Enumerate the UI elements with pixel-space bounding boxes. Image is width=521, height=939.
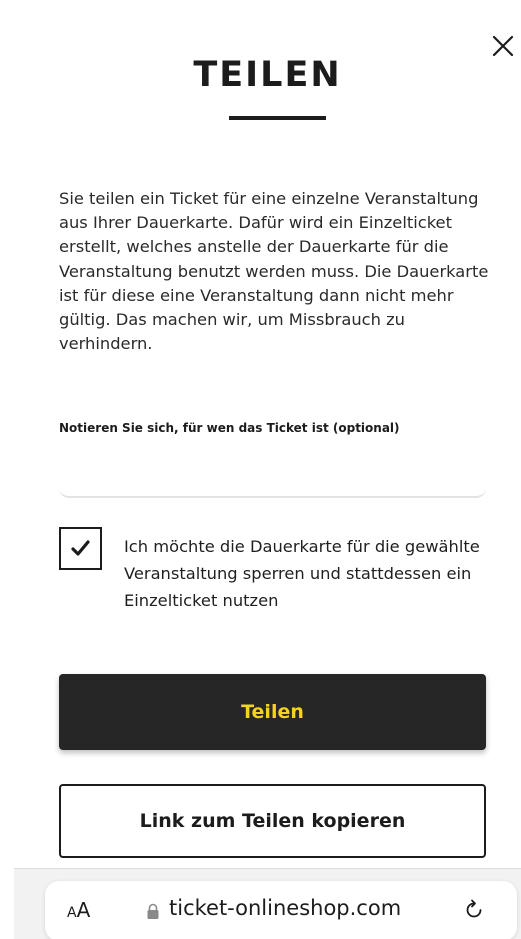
share-modal: TEILEN Sie teilen ein Ticket für eine ei… <box>14 10 521 868</box>
browser-address-bar: AA ticket-onlineshop.com <box>14 868 521 939</box>
title-underline <box>229 116 326 120</box>
note-label: Notieren Sie sich, für wen das Ticket is… <box>59 421 400 435</box>
copy-link-button[interactable]: Link zum Teilen kopieren <box>59 784 486 858</box>
lock-icon <box>147 903 159 919</box>
modal-title: TEILEN <box>193 55 342 95</box>
block-season-ticket-checkbox[interactable] <box>59 527 102 570</box>
text-size-button[interactable]: AA <box>67 898 90 922</box>
url-text: ticket-onlineshop.com <box>169 896 402 920</box>
share-description: Sie teilen ein Ticket für eine einzelne … <box>59 189 489 354</box>
share-button[interactable]: Teilen <box>59 674 486 750</box>
url-field[interactable]: AA ticket-onlineshop.com <box>45 881 517 939</box>
checkmark-icon <box>71 540 90 556</box>
checkbox-label: Ich möchte die Dauerkarte für die gewähl… <box>124 537 480 610</box>
note-input[interactable] <box>59 440 486 498</box>
reload-icon[interactable] <box>462 898 486 922</box>
